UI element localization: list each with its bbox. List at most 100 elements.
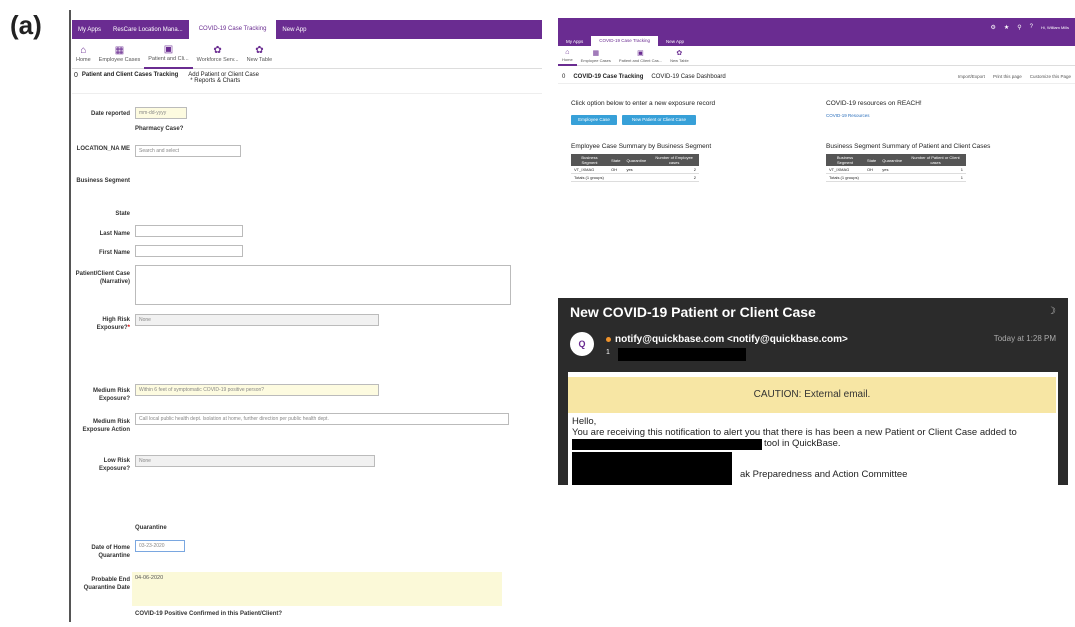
medium-risk-select[interactable]: Within 6 feet of symptomatic COVID-19 po… bbox=[135, 384, 379, 396]
dashboard-window: ⚙ ★ ⚲ ? Hi, William Mills My Apps COVID-… bbox=[558, 18, 1075, 198]
table-cell: Totals (1 groups) bbox=[826, 173, 864, 182]
date-reported-field[interactable]: mm-dd-yyyy bbox=[135, 107, 187, 119]
column-header: Number of Employee cases bbox=[649, 154, 699, 166]
new-app-link[interactable]: New App bbox=[276, 27, 312, 33]
high-risk-text: High Risk Exposure? bbox=[96, 317, 130, 331]
quarantine-checkbox[interactable]: Quarantine bbox=[135, 525, 167, 531]
nav-employee-cases[interactable]: ▦ Employee Cases bbox=[95, 39, 145, 69]
dashboard-topbar: ⚙ ★ ⚲ ? Hi, William Mills bbox=[558, 18, 1075, 36]
table-cell: yes bbox=[623, 166, 650, 174]
medium-action-input[interactable]: Call local public health dept. Isolation… bbox=[135, 413, 509, 425]
nav-employee-cases[interactable]: ▦ Employee Cases bbox=[577, 46, 615, 66]
settings-icon[interactable]: ⚙ bbox=[990, 24, 995, 31]
redaction-bar bbox=[572, 439, 762, 450]
import-export-link[interactable]: Import/Export bbox=[958, 74, 985, 79]
page-title: Patient and Client Cases Tracking bbox=[81, 72, 179, 78]
table-cell bbox=[863, 173, 880, 182]
table-cell: Totals (1 groups) bbox=[571, 173, 609, 182]
my-apps-link[interactable]: My Apps bbox=[558, 39, 591, 44]
table-header: Business Segment State Quarantine Number… bbox=[571, 154, 699, 166]
patient-summary-table: Business Segment State Quarantine Number… bbox=[826, 154, 966, 182]
calendar-icon: ▣ bbox=[163, 44, 174, 55]
gear-icon: ✿ bbox=[213, 45, 222, 56]
dashboard-breadcrumb: 0 COVID-19 Case Tracking COVID-19 Case D… bbox=[558, 70, 1075, 84]
column-header: State bbox=[863, 154, 880, 166]
first-name-label: First Name bbox=[98, 250, 130, 256]
star-icon[interactable]: ★ bbox=[1004, 24, 1009, 31]
divider bbox=[69, 10, 71, 622]
required-marker: * bbox=[127, 325, 130, 331]
body-line-2: tool in QuickBase. bbox=[764, 438, 841, 449]
customize-link[interactable]: Customize this Page bbox=[1030, 74, 1071, 79]
sender-address: notify@quickbase.com <notify@quickbase.c… bbox=[615, 334, 848, 345]
table-row[interactable]: VT_IXMAG OH yes 2 bbox=[571, 166, 699, 174]
nav-patient-client[interactable]: ▣ Patient and Cli... bbox=[144, 39, 193, 69]
table-cell: yes bbox=[879, 166, 906, 174]
crumb-title: COVID-19 Case Tracking bbox=[573, 73, 644, 80]
location-search[interactable]: Search and select bbox=[135, 145, 241, 157]
table-cell: OH bbox=[608, 166, 624, 174]
email-subject: New COVID-19 Patient or Client Case bbox=[570, 304, 816, 320]
last-name-input[interactable] bbox=[135, 225, 243, 237]
dark-mode-icon[interactable]: ☽ bbox=[1047, 306, 1056, 317]
employee-case-button[interactable]: Employee Case bbox=[571, 115, 617, 125]
table-cell: OH bbox=[863, 166, 880, 174]
employee-summary-title: Employee Case Summary by Business Segmen… bbox=[571, 143, 712, 150]
nav-home[interactable]: ⌂ Home bbox=[558, 46, 577, 66]
email-from[interactable]: notify@quickbase.com <notify@quickbase.c… bbox=[606, 334, 848, 345]
high-risk-select[interactable]: None bbox=[135, 314, 379, 326]
date-home-quarantine-label: Date of Home Quarantine bbox=[91, 545, 130, 559]
dashboard-nav: ⌂ Home ▦ Employee Cases ▣ Patient and Clien… bbox=[558, 46, 1075, 66]
end-quarantine-label: Probable End Quarantine Date bbox=[83, 577, 130, 591]
low-risk-label: Low Risk Exposure? bbox=[98, 458, 130, 472]
tab-covid-tracking[interactable]: COVID-19 Case Tracking bbox=[188, 20, 277, 39]
table-cell bbox=[623, 173, 650, 182]
crumb-zero: 0 bbox=[562, 73, 566, 80]
new-patient-case-button[interactable]: New Patient or Client Case bbox=[622, 115, 696, 125]
first-name-input[interactable] bbox=[135, 245, 243, 257]
table-header: Business Segment State Quarantine Number… bbox=[826, 154, 966, 166]
redaction-bar bbox=[572, 452, 732, 485]
new-app-link[interactable]: New App bbox=[658, 39, 692, 44]
nav-patient-client[interactable]: ▣ Patient and Client Cas... bbox=[615, 46, 666, 66]
nav-label: Workforce Serv... bbox=[196, 57, 239, 63]
home-icon: ⌂ bbox=[80, 45, 87, 56]
calendar-icon: ▦ bbox=[592, 49, 600, 57]
pharmacy-case-checkbox[interactable]: Pharmacy Case? bbox=[135, 126, 183, 132]
covid-confirmed-checkbox[interactable]: COVID-19 Positive Confirmed in this Pati… bbox=[135, 611, 282, 617]
column-header: Quarantine bbox=[623, 154, 650, 166]
resources-link[interactable]: COVID-19 Resources bbox=[826, 113, 870, 118]
email-time: Today at 1:28 PM bbox=[993, 334, 1056, 343]
narrative-textarea[interactable] bbox=[135, 265, 511, 305]
plus-icon: ✿ bbox=[676, 49, 683, 57]
page-title: COVID-19 Case Dashboard bbox=[651, 73, 726, 80]
table-cell: 1 bbox=[905, 166, 966, 174]
table-cell bbox=[879, 173, 906, 182]
user-menu[interactable]: Hi, William Mills bbox=[1041, 25, 1069, 30]
state-label: State bbox=[115, 211, 130, 217]
search-icon[interactable]: ⚲ bbox=[1017, 24, 1021, 31]
column-header: Business Segment bbox=[571, 154, 609, 166]
patient-summary-title: Business Segment Summary of Patient and … bbox=[826, 143, 991, 150]
business-segment-label: Business Segment bbox=[76, 178, 130, 184]
nav-new-table[interactable]: ✿ New Table bbox=[243, 39, 277, 69]
table-row[interactable]: VT_IXMAG OH yes 1 bbox=[826, 166, 966, 174]
nav-workforce[interactable]: ✿ Workforce Serv... bbox=[193, 39, 243, 69]
totals-row: Totals (1 groups) 2 bbox=[571, 173, 699, 182]
help-icon[interactable]: ? bbox=[1030, 24, 1033, 30]
tab-covid-tracking[interactable]: COVID-19 Case Tracking bbox=[591, 36, 659, 46]
nav-new-table[interactable]: ✿ New Table bbox=[666, 46, 693, 66]
print-link[interactable]: Print this page bbox=[993, 74, 1022, 79]
low-risk-select[interactable]: None bbox=[135, 455, 375, 467]
date-home-quarantine-field[interactable]: 03-23-2020 bbox=[135, 540, 185, 552]
my-apps-link[interactable]: My Apps bbox=[72, 27, 107, 33]
medium-risk-label: Medium Risk Exposure? bbox=[92, 388, 130, 402]
nav-label: New Table bbox=[670, 57, 689, 63]
reports-link[interactable]: * Reports & Charts bbox=[188, 78, 259, 84]
breadcrumb: 0 Patient and Client Cases Tracking Add … bbox=[72, 72, 542, 94]
tab-location[interactable]: ResCare Location Mana... bbox=[107, 27, 189, 33]
table-cell: 1 bbox=[905, 173, 966, 182]
email-notification: New COVID-19 Patient or Client Case ☽ Q … bbox=[558, 298, 1068, 485]
recipient-fragment: 1 bbox=[606, 349, 610, 356]
nav-home[interactable]: ⌂ Home bbox=[72, 39, 95, 69]
